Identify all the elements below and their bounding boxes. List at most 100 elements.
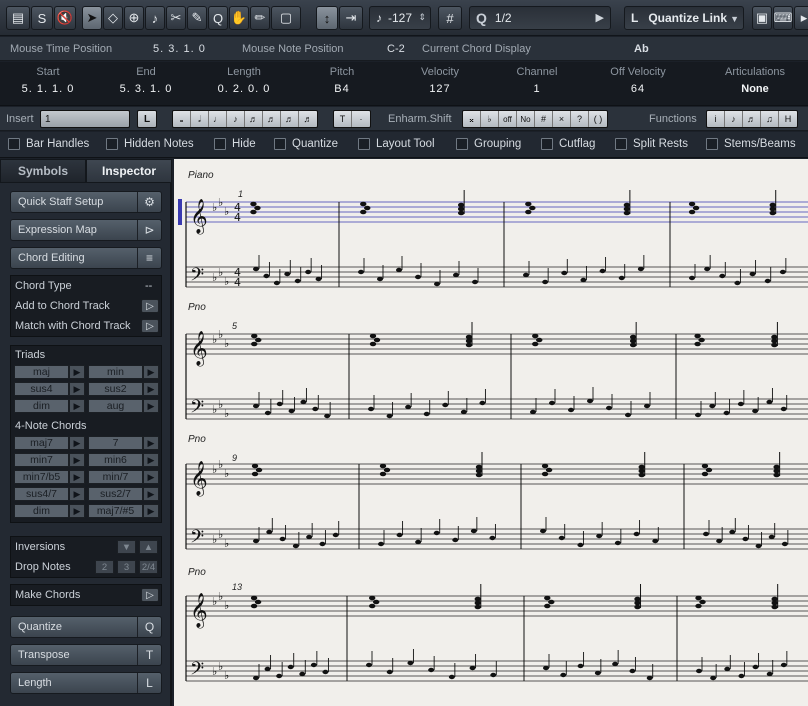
filter-hidden-notes[interactable]: Hidden Notes [106,138,194,150]
checkbox[interactable] [8,138,20,150]
chord-aug-arrow-icon[interactable]: ▶ [143,399,159,413]
chord-editing-icon[interactable]: ≡ [137,248,161,268]
enharm-double-sharp-button[interactable]: × [553,111,571,127]
keyboard-icon[interactable]: ⌨ [773,6,793,30]
pencil-tool-icon[interactable]: ✏ [250,6,270,30]
chord-min7-button[interactable]: min7 [14,453,69,467]
move-insert-mode-icon[interactable]: ⇥ [339,6,363,30]
chord-min-arrow-icon[interactable]: ▶ [143,365,159,379]
chord-min7-arrow-icon[interactable]: ▶ [69,453,85,467]
chord-maj-arrow-icon[interactable]: ▶ [69,365,85,379]
whole-note-icon[interactable]: 𝅝 [173,111,191,127]
play-quantize-icon[interactable]: ▶ [596,11,604,24]
expression-map-icon[interactable]: ⊳ [137,220,161,240]
gear-icon[interactable]: ⚙ [137,192,161,212]
thirtysecond-note-icon[interactable]: ♬ [263,111,281,127]
end-column[interactable]: End 5. 3. 1. 0 [106,66,186,95]
save-icon[interactable]: ▣ [752,6,772,30]
group-notes-icon[interactable]: ♬ [743,111,761,127]
channel-column[interactable]: Channel 1 [507,66,567,95]
sixtyfourth-note-icon[interactable]: ♬ [281,111,299,127]
info-button[interactable]: i [707,111,725,127]
auto-scroll-icon[interactable]: ↕ [316,6,338,30]
quarter-note-icon[interactable]: ♩ [209,111,227,127]
chord-7-button[interactable]: 7 [88,436,143,450]
quantize-link-dropdown[interactable]: L Quantize Link ▼ [624,6,744,30]
enharm-question-button[interactable]: ? [571,111,589,127]
quick-staff-setup-section[interactable]: Quick Staff Setup ⚙ [10,191,162,213]
filter-quantize[interactable]: Quantize [274,138,338,150]
enharm-flat-button[interactable]: ♭ [481,111,499,127]
zoom-search-tool-icon[interactable]: Q [208,6,228,30]
chord-dim-arrow-icon[interactable]: ▶ [69,399,85,413]
quantize-icon[interactable]: Q [137,617,161,637]
score-display[interactable]: Piano Pno Pno Pno 1 5 9 13 𝄞 𝄢 ♭ ♭ ♭ ♭ ♭ ♭ 4 4 4 4 𝄞… [174,159,808,706]
half-note-icon[interactable]: 𝅗𝅥 [191,111,209,127]
sixteenth-note-icon[interactable]: ♬ [245,111,263,127]
onetwentyeighth-note-icon[interactable]: ♬ [299,111,317,127]
filter-hide[interactable]: Hide [214,138,256,150]
note-tool-icon[interactable]: ♪ [145,6,165,30]
chord-dim7-arrow-icon[interactable]: ▶ [69,504,85,518]
pitch-column[interactable]: Pitch B4 [312,66,372,95]
solo-icon[interactable]: S [31,6,53,30]
checkbox[interactable] [214,138,226,150]
start-column[interactable]: Start 5. 1. 1. 0 [8,66,88,95]
make-chords-button[interactable]: ▷ [141,588,159,602]
off-velocity-column[interactable]: Off Velocity 64 [598,66,678,95]
chord-sus27-button[interactable]: sus2/7 [88,487,143,501]
hand-tool-icon[interactable]: ✋ [229,6,249,30]
chord-sus27-arrow-icon[interactable]: ▶ [143,487,159,501]
checkbox[interactable] [358,138,370,150]
chord-min-slash7-button[interactable]: min/7 [88,470,143,484]
chord-sus4-arrow-icon[interactable]: ▶ [69,382,85,396]
zoom-tool-icon[interactable]: ⊕ [124,6,144,30]
inversion-down-icon[interactable]: ▼ [117,540,136,554]
chord-min7b5-button[interactable]: min7/b5 [14,470,69,484]
window-layout-icon[interactable]: ▤ [6,6,30,30]
chord-sus2-arrow-icon[interactable]: ▶ [143,382,159,396]
checkbox[interactable] [106,138,118,150]
articulations-column[interactable]: Articulations None [700,66,808,95]
spin-icon[interactable]: ⇕ [418,12,426,23]
filter-grouping[interactable]: Grouping [456,138,521,150]
transpose-icon[interactable]: T [137,645,161,665]
chord-maj7sharp5-button[interactable]: maj7/#5 [88,504,143,518]
auto-layout-icon[interactable]: ♫ [761,111,779,127]
expression-map-section[interactable]: Expression Map ⊳ [10,219,162,241]
checkbox[interactable] [456,138,468,150]
chord-aug-button[interactable]: aug [88,399,143,413]
match-chord-track-button[interactable]: ▷ [141,319,159,333]
quantize-section[interactable]: Quantize Q [10,616,162,638]
chord-maj7sharp5-arrow-icon[interactable]: ▶ [143,504,159,518]
length-section[interactable]: Length L [10,672,162,694]
filter-layout-tool[interactable]: Layout Tool [358,138,435,150]
speaker-icon[interactable]: 🔇 [54,6,76,30]
flip-stems-icon[interactable]: ♪ [725,111,743,127]
chord-min-slash7-arrow-icon[interactable]: ▶ [143,470,159,484]
checkbox[interactable] [615,138,627,150]
eraser-tool-icon[interactable]: ◇ [103,6,123,30]
drop-2-button[interactable]: 2 [95,560,114,574]
filter-split-rests[interactable]: Split Rests [615,138,688,150]
chord-dim-button[interactable]: dim [14,399,69,413]
filter-stems-beams[interactable]: Stems/Beams [706,138,796,150]
glue-tool-icon[interactable]: ✎ [187,6,207,30]
triplet-button[interactable]: T [334,111,352,127]
chord-min7b5-arrow-icon[interactable]: ▶ [69,470,85,484]
chord-min6-arrow-icon[interactable]: ▶ [143,453,159,467]
cut-notes-tool-icon[interactable]: ✂ [166,6,186,30]
quantize-preset-field[interactable]: Q 1/2 ▶ [469,6,611,30]
checkbox[interactable] [706,138,718,150]
chord-sus2-button[interactable]: sus2 [88,382,143,396]
hide-icon[interactable]: H [779,111,797,127]
velocity-column[interactable]: Velocity 127 [410,66,470,95]
object-selection-tool-icon[interactable]: ➤ [82,6,102,30]
chord-sus47-arrow-icon[interactable]: ▶ [69,487,85,501]
checkbox[interactable] [274,138,286,150]
chord-min6-button[interactable]: min6 [88,453,143,467]
chord-maj7-button[interactable]: maj7 [14,436,69,450]
filter-cutflag[interactable]: Cutflag [541,138,595,150]
pitch-offset-field[interactable]: ♪ -127 ⇕ [369,6,431,30]
enharm-double-flat-button[interactable]: 𝄪 [463,111,481,127]
